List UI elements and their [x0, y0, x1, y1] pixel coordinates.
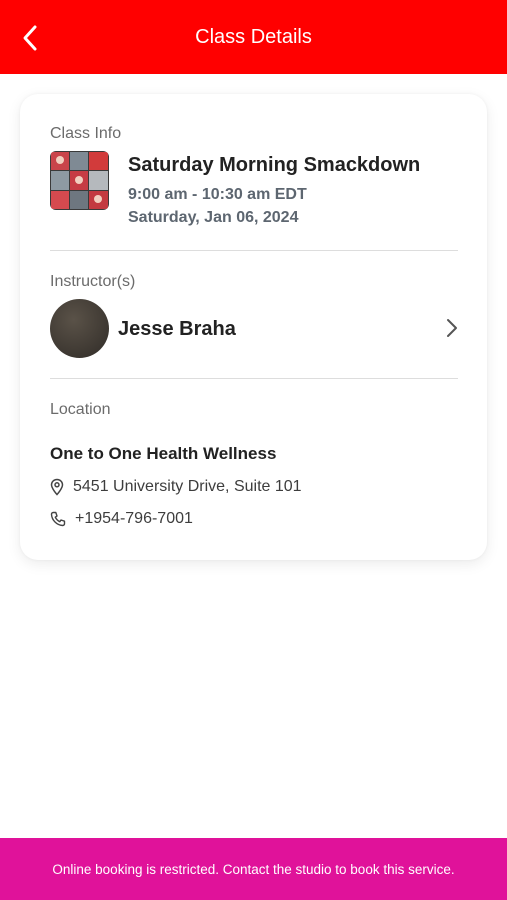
instructor-item[interactable]: Jesse Braha — [40, 289, 467, 367]
class-info-label: Class Info — [50, 125, 122, 142]
booking-restricted-banner: Online booking is restricted. Contact th… — [0, 838, 507, 900]
page-title: Class Details — [195, 26, 312, 48]
class-date: Saturday, Jan 06, 2024 — [128, 209, 299, 226]
class-details-card: Class Info Saturday Morning Smackdown 9:… — [20, 94, 487, 560]
app-header: Class Details — [0, 0, 507, 74]
phone-icon — [50, 511, 66, 527]
instructor-name: Jesse Braha — [118, 318, 236, 340]
class-time: 9:00 am - 10:30 am EDT — [128, 186, 307, 203]
location-phone[interactable]: +1954-796-7001 — [50, 510, 193, 528]
location-address: 5451 University Drive, Suite 101 — [50, 478, 302, 496]
avatar — [50, 299, 109, 358]
class-thumbnail — [50, 151, 109, 210]
divider — [50, 378, 458, 379]
phone-text: +1954-796-7001 — [75, 510, 193, 527]
chevron-right-icon — [447, 319, 457, 337]
class-title: Saturday Morning Smackdown — [128, 154, 421, 176]
divider — [50, 250, 458, 251]
banner-message: Online booking is restricted. Contact th… — [52, 861, 455, 877]
location-name: One to One Health Wellness — [50, 444, 277, 463]
address-text: 5451 University Drive, Suite 101 — [73, 478, 302, 495]
location-label: Location — [50, 401, 111, 418]
map-pin-icon — [50, 478, 64, 496]
